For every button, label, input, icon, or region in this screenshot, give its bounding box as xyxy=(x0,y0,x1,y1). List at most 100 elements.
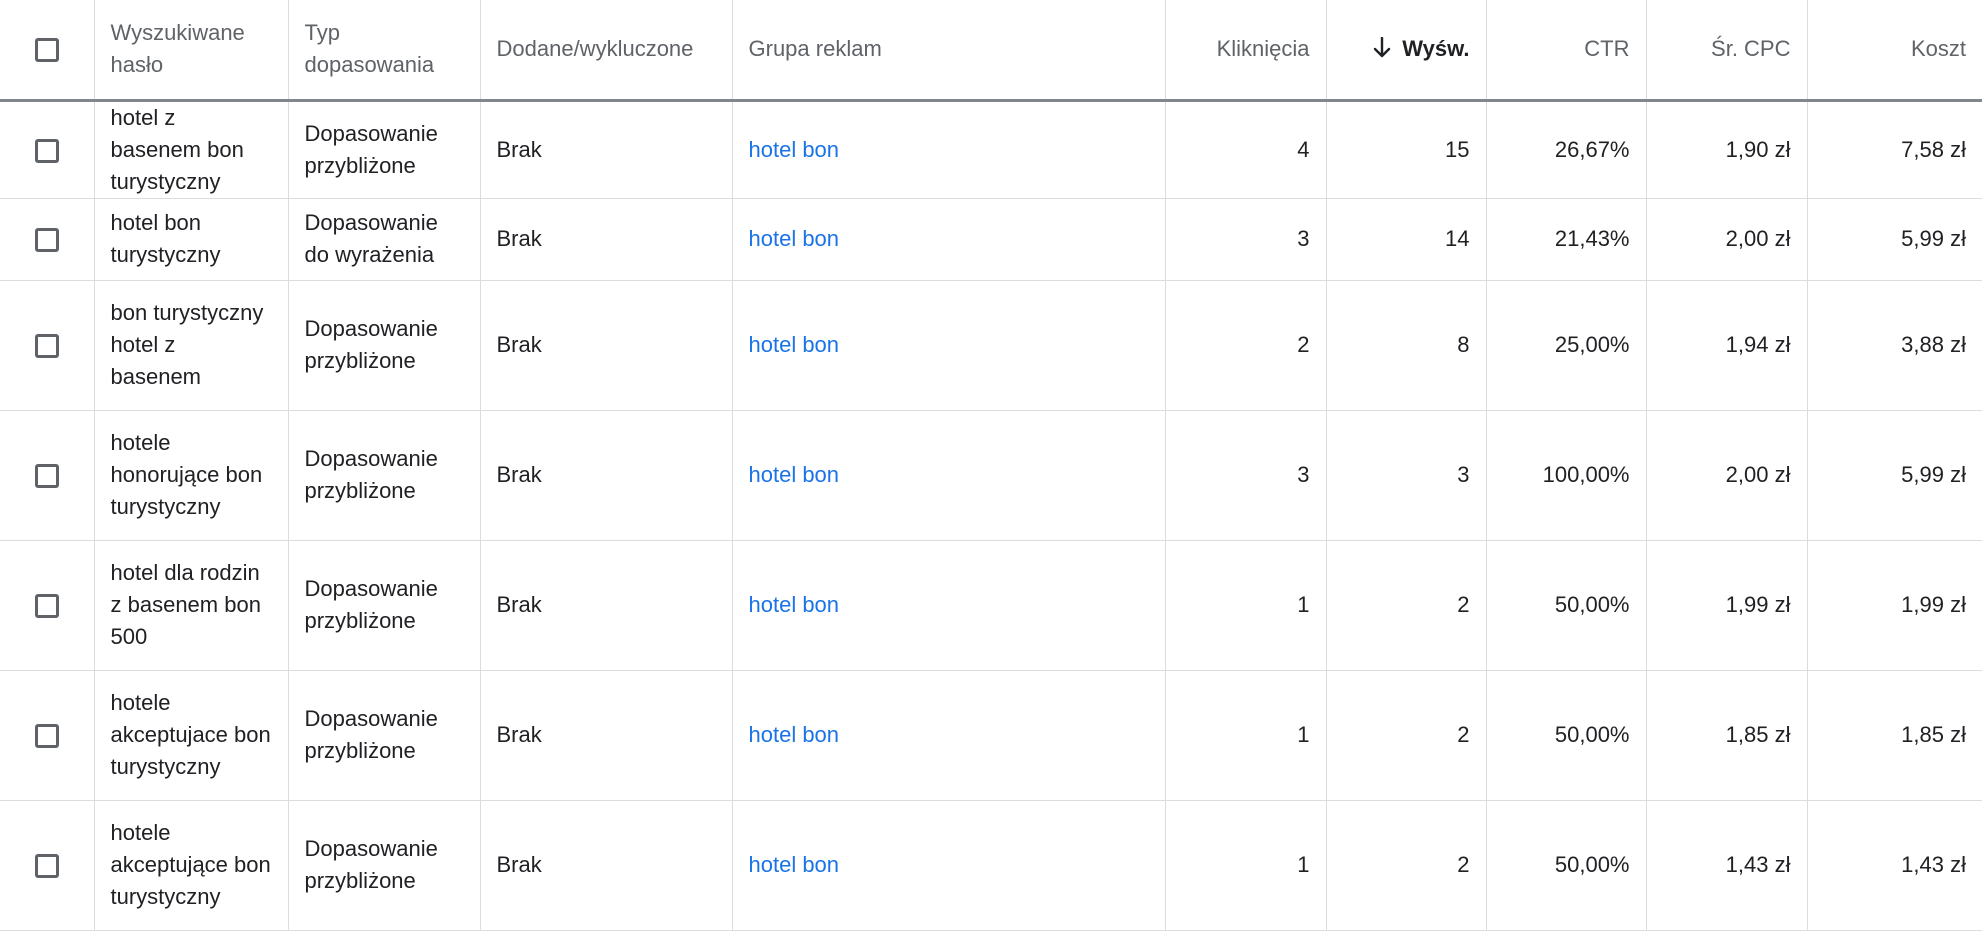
row-checkbox[interactable] xyxy=(34,854,59,879)
avg-cpc-cell: 2,00 zł xyxy=(1646,198,1808,281)
match-type-cell: Dopasowanie przybliżone xyxy=(288,280,481,411)
ad-group-cell: hotel bon xyxy=(732,410,1166,541)
ad-group-cell: hotel bon xyxy=(732,800,1166,931)
column-header-ad-group[interactable]: Grupa reklam xyxy=(732,0,1166,102)
clicks-cell: 2 xyxy=(1165,280,1327,411)
ctr-cell: 50,00% xyxy=(1486,800,1647,931)
table-row: hotele akceptujace bon turystyczny Dopas… xyxy=(0,670,1982,801)
row-select-cell xyxy=(0,410,95,541)
match-type-cell: Dopasowanie do wyrażenia xyxy=(288,198,481,281)
clicks-cell: 1 xyxy=(1165,540,1327,671)
keyword-cell: hotele honorujące bon turystyczny xyxy=(94,410,289,541)
column-header-avg-cpc[interactable]: Śr. CPC xyxy=(1646,0,1808,102)
row-select-cell xyxy=(0,800,95,931)
column-header-match-type[interactable]: Typ dopasowania xyxy=(288,0,481,102)
row-checkbox[interactable] xyxy=(34,334,59,359)
column-header-impressions-label: Wyśw. xyxy=(1402,36,1470,62)
match-type-cell: Dopasowanie przybliżone xyxy=(288,100,481,199)
table-row: hotele honorujące bon turystyczny Dopaso… xyxy=(0,410,1982,541)
row-select-cell xyxy=(0,100,95,199)
avg-cpc-cell: 1,90 zł xyxy=(1646,100,1808,199)
column-header-keyword[interactable]: Wyszukiwane hasło xyxy=(94,0,289,102)
avg-cpc-cell: 1,99 zł xyxy=(1646,540,1808,671)
match-type-cell: Dopasowanie przybliżone xyxy=(288,670,481,801)
keyword-cell: hotele akceptujące bon turystyczny xyxy=(94,800,289,931)
match-type-cell: Dopasowanie przybliżone xyxy=(288,540,481,671)
added-excluded-cell: Brak xyxy=(480,800,733,931)
row-checkbox[interactable] xyxy=(34,594,59,619)
impressions-cell: 2 xyxy=(1326,800,1487,931)
cost-cell: 3,88 zł xyxy=(1807,280,1982,411)
cost-cell: 1,99 zł xyxy=(1807,540,1982,671)
added-excluded-cell: Brak xyxy=(480,280,733,411)
row-checkbox[interactable] xyxy=(34,138,59,163)
row-select-cell xyxy=(0,198,95,281)
impressions-cell: 2 xyxy=(1326,540,1487,671)
added-excluded-cell: Brak xyxy=(480,100,733,199)
ad-group-cell: hotel bon xyxy=(732,670,1166,801)
match-type-cell: Dopasowanie przybliżone xyxy=(288,410,481,541)
avg-cpc-cell: 1,43 zł xyxy=(1646,800,1808,931)
select-all-cell xyxy=(0,0,95,102)
keyword-cell: bon turystyczny hotel z basenem xyxy=(94,280,289,411)
ad-group-link[interactable]: hotel bon xyxy=(749,592,840,617)
ctr-cell: 21,43% xyxy=(1486,198,1647,281)
avg-cpc-cell: 2,00 zł xyxy=(1646,410,1808,541)
row-checkbox[interactable] xyxy=(34,464,59,489)
clicks-cell: 1 xyxy=(1165,800,1327,931)
added-excluded-cell: Brak xyxy=(480,670,733,801)
ad-group-link[interactable]: hotel bon xyxy=(749,722,840,747)
cost-cell: 7,58 zł xyxy=(1807,100,1982,199)
row-select-cell xyxy=(0,280,95,411)
keyword-cell: hotele akceptujace bon turystyczny xyxy=(94,670,289,801)
column-header-added-excluded[interactable]: Dodane/wykluczone xyxy=(480,0,733,102)
clicks-cell: 4 xyxy=(1165,100,1327,199)
row-select-cell xyxy=(0,670,95,801)
avg-cpc-cell: 1,85 zł xyxy=(1646,670,1808,801)
ctr-cell: 25,00% xyxy=(1486,280,1647,411)
impressions-cell: 8 xyxy=(1326,280,1487,411)
row-checkbox[interactable] xyxy=(34,228,59,253)
table-header-row: Wyszukiwane hasło Typ dopasowania Dodane… xyxy=(0,0,1982,102)
ad-group-cell: hotel bon xyxy=(732,540,1166,671)
clicks-cell: 3 xyxy=(1165,198,1327,281)
cost-cell: 5,99 zł xyxy=(1807,198,1982,281)
added-excluded-cell: Brak xyxy=(480,540,733,671)
table-row: bon turystyczny hotel z basenem Dopasowa… xyxy=(0,280,1982,411)
search-terms-table: Wyszukiwane hasło Typ dopasowania Dodane… xyxy=(0,0,1982,931)
added-excluded-cell: Brak xyxy=(480,410,733,541)
ad-group-link[interactable]: hotel bon xyxy=(749,137,840,162)
ad-group-link[interactable]: hotel bon xyxy=(749,226,840,251)
cost-cell: 1,85 zł xyxy=(1807,670,1982,801)
cost-cell: 1,43 zł xyxy=(1807,800,1982,931)
table-row: hotele akceptujące bon turystyczny Dopas… xyxy=(0,800,1982,931)
column-header-cost[interactable]: Koszt xyxy=(1807,0,1982,102)
table-row: hotel dla rodzin z basenem bon 500 Dopas… xyxy=(0,540,1982,671)
keyword-cell: hotel bon turystyczny xyxy=(94,198,289,281)
column-header-clicks[interactable]: Kliknięcia xyxy=(1165,0,1327,102)
row-select-cell xyxy=(0,540,95,671)
row-checkbox[interactable] xyxy=(34,724,59,749)
select-all-checkbox[interactable] xyxy=(34,38,59,63)
keyword-cell: hotel z basenem bon turystyczny xyxy=(94,100,289,199)
keyword-cell: hotel dla rodzin z basenem bon 500 xyxy=(94,540,289,671)
table-row: hotel z basenem bon turystyczny Dopasowa… xyxy=(0,100,1982,199)
added-excluded-cell: Brak xyxy=(480,198,733,281)
ctr-cell: 100,00% xyxy=(1486,410,1647,541)
avg-cpc-cell: 1,94 zł xyxy=(1646,280,1808,411)
impressions-cell: 2 xyxy=(1326,670,1487,801)
ad-group-cell: hotel bon xyxy=(732,198,1166,281)
cost-cell: 5,99 zł xyxy=(1807,410,1982,541)
ctr-cell: 50,00% xyxy=(1486,670,1647,801)
clicks-cell: 1 xyxy=(1165,670,1327,801)
column-header-ctr[interactable]: CTR xyxy=(1486,0,1647,102)
impressions-cell: 14 xyxy=(1326,198,1487,281)
ad-group-cell: hotel bon xyxy=(732,280,1166,411)
table-row: hotel bon turystyczny Dopasowanie do wyr… xyxy=(0,198,1982,281)
arrow-down-icon xyxy=(1374,37,1391,58)
ad-group-link[interactable]: hotel bon xyxy=(749,462,840,487)
impressions-cell: 15 xyxy=(1326,100,1487,199)
ad-group-link[interactable]: hotel bon xyxy=(749,852,840,877)
column-header-impressions[interactable]: Wyśw. xyxy=(1326,0,1487,102)
ad-group-link[interactable]: hotel bon xyxy=(749,332,840,357)
